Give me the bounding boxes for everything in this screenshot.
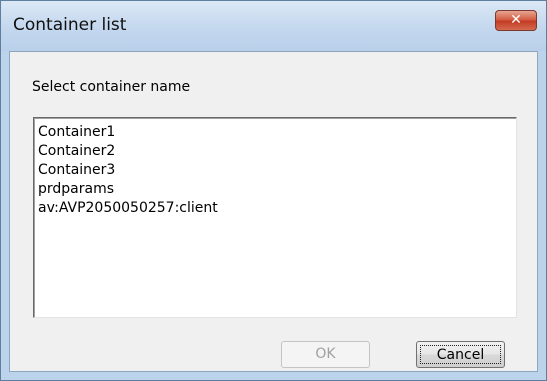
- list-item[interactable]: Container2: [38, 142, 516, 161]
- container-listbox[interactable]: Container1 Container2 Container3 prdpara…: [33, 117, 517, 318]
- prompt-label: Select container name: [32, 79, 191, 95]
- cancel-button-label: Cancel: [436, 347, 485, 363]
- close-icon: ✕: [510, 12, 522, 28]
- list-item[interactable]: Container1: [38, 123, 516, 142]
- ok-button[interactable]: OK: [281, 341, 370, 368]
- list-item[interactable]: prdparams: [38, 180, 516, 199]
- window-title: Container list: [13, 15, 127, 35]
- title-bar[interactable]: Container list ✕: [1, 1, 546, 51]
- list-item[interactable]: Container3: [38, 161, 516, 180]
- close-button[interactable]: ✕: [495, 10, 537, 31]
- ok-button-label: OK: [315, 346, 336, 362]
- list-item[interactable]: av:AVP2050050257:client: [38, 199, 516, 218]
- dialog-body: Select container name Container1 Contain…: [9, 51, 538, 372]
- cancel-button[interactable]: Cancel: [416, 341, 505, 368]
- focus-ring: Cancel: [420, 345, 501, 364]
- container-list-dialog: Container list ✕ Select container name C…: [0, 0, 547, 381]
